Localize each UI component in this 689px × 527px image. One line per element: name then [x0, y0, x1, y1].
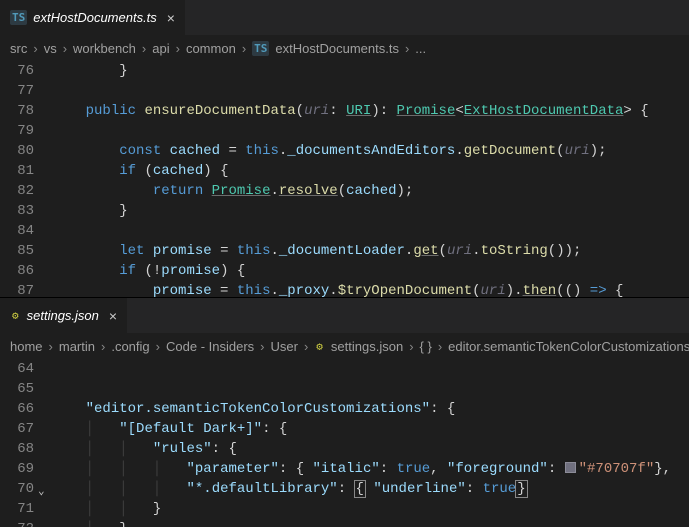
line-number: 68: [0, 439, 52, 459]
editor-pane-bottom: ⚙ settings.json × home › martin › .config ›…: [0, 298, 689, 527]
color-swatch-icon: [565, 462, 576, 473]
code-line[interactable]: }: [52, 201, 689, 221]
breadcrumb-item[interactable]: ⚙ settings.json: [314, 339, 403, 354]
code-line[interactable]: [52, 81, 689, 101]
breadcrumb-item[interactable]: .config: [111, 339, 149, 354]
chevron-right-icon: ›: [409, 339, 413, 354]
chevron-right-icon: ›: [405, 41, 409, 56]
breadcrumb-item[interactable]: { }: [420, 339, 432, 354]
close-icon[interactable]: ×: [167, 10, 175, 26]
chevron-right-icon: ›: [101, 339, 105, 354]
breadcrumb-item[interactable]: martin: [59, 339, 95, 354]
chevron-right-icon: ›: [33, 41, 37, 56]
breadcrumb-item[interactable]: common: [186, 41, 236, 56]
breadcrumb-item[interactable]: home: [10, 339, 43, 354]
line-number: 78: [0, 101, 52, 121]
line-number: 77: [0, 81, 52, 101]
code-line[interactable]: │ }: [52, 519, 689, 527]
line-number: 71: [0, 499, 52, 519]
tab-bar: TS extHostDocuments.ts ×: [0, 0, 689, 35]
line-number: 69: [0, 459, 52, 479]
code-line[interactable]: "editor.semanticTokenColorCustomizations…: [52, 399, 689, 419]
ts-file-icon: TS: [10, 10, 27, 25]
breadcrumb-item[interactable]: src: [10, 41, 27, 56]
line-number: 65: [0, 379, 52, 399]
tab-label: settings.json: [27, 308, 99, 323]
code-line[interactable]: │ │ │ "*.defaultLibrary": { "underline":…: [52, 479, 689, 499]
line-number: 72: [0, 519, 52, 527]
line-number: 82: [0, 181, 52, 201]
line-number: 86: [0, 261, 52, 281]
chevron-right-icon: ›: [242, 41, 246, 56]
code-line[interactable]: │ │ }: [52, 499, 689, 519]
code-line[interactable]: │ │ "rules": {: [52, 439, 689, 459]
line-number: 84: [0, 221, 52, 241]
breadcrumbs[interactable]: home› martin› .config› Code - Insiders› …: [0, 333, 689, 359]
breadcrumb-item[interactable]: editor.semanticTokenColorCustomizations: [448, 339, 689, 354]
breadcrumb-file-label: extHostDocuments.ts: [275, 41, 399, 56]
code-editor-bottom[interactable]: 64 65 66 "editor.semanticTokenColorCusto…: [0, 359, 689, 527]
code-line[interactable]: [52, 121, 689, 141]
breadcrumb-item[interactable]: Code - Insiders: [166, 339, 254, 354]
breadcrumbs[interactable]: src › vs › workbench › api › common › TS extH…: [0, 35, 689, 61]
editor-pane-top: TS extHostDocuments.ts × src › vs › workbe…: [0, 0, 689, 298]
breadcrumb-item[interactable]: api: [152, 41, 169, 56]
line-number: 79: [0, 121, 52, 141]
chevron-right-icon: ›: [63, 41, 67, 56]
tab-label: extHostDocuments.ts: [33, 10, 157, 25]
chevron-right-icon: ›: [49, 339, 53, 354]
code-line[interactable]: const cached = this._documentsAndEditors…: [52, 141, 689, 161]
chevron-right-icon: ›: [142, 41, 146, 56]
breadcrumb-item[interactable]: workbench: [73, 41, 136, 56]
line-number: 87: [0, 281, 52, 297]
line-number: 80: [0, 141, 52, 161]
tab-ext-host-documents[interactable]: TS extHostDocuments.ts ×: [0, 0, 185, 35]
json-file-icon: ⚙: [314, 339, 325, 354]
line-number: 76: [0, 61, 52, 81]
code-line[interactable]: if (cached) {: [52, 161, 689, 181]
breadcrumb-file-label: settings.json: [331, 339, 403, 354]
chevron-right-icon: ›: [304, 339, 308, 354]
chevron-right-icon: ›: [176, 41, 180, 56]
code-line[interactable]: [52, 221, 689, 241]
code-line[interactable]: }: [52, 61, 689, 81]
chevron-right-icon: ›: [156, 339, 160, 354]
breadcrumb-item[interactable]: vs: [44, 41, 57, 56]
tab-settings-json[interactable]: ⚙ settings.json ×: [0, 298, 127, 333]
code-line[interactable]: let promise = this._documentLoader.get(u…: [52, 241, 689, 261]
tab-bar: ⚙ settings.json ×: [0, 298, 689, 333]
code-line[interactable]: promise = this._proxy.$tryOpenDocument(u…: [52, 281, 689, 297]
ts-file-icon: TS: [252, 41, 269, 56]
line-number: 67: [0, 419, 52, 439]
breadcrumb-item[interactable]: User: [271, 339, 298, 354]
line-number: 66: [0, 399, 52, 419]
breadcrumb-item[interactable]: TS extHostDocuments.ts: [252, 41, 399, 56]
chevron-right-icon: ›: [260, 339, 264, 354]
json-file-icon: ⚙: [10, 308, 21, 323]
line-number: 83: [0, 201, 52, 221]
close-icon[interactable]: ×: [109, 308, 117, 324]
code-editor-top[interactable]: 76 } 77 78 public ensureDocumentData(uri…: [0, 61, 689, 297]
code-line[interactable]: │ │ │ "parameter": { "italic": true, "fo…: [52, 459, 689, 479]
code-line[interactable]: │ "[Default Dark+]": {: [52, 419, 689, 439]
chevron-down-icon[interactable]: ⌄: [38, 482, 45, 502]
code-line[interactable]: [52, 379, 689, 399]
code-line[interactable]: if (!promise) {: [52, 261, 689, 281]
code-line[interactable]: [52, 359, 689, 379]
line-number: 81: [0, 161, 52, 181]
breadcrumb-item[interactable]: ...: [415, 41, 426, 56]
code-line[interactable]: return Promise.resolve(cached);: [52, 181, 689, 201]
code-line[interactable]: public ensureDocumentData(uri: URI): Pro…: [52, 101, 689, 121]
line-number: 85: [0, 241, 52, 261]
chevron-right-icon: ›: [438, 339, 442, 354]
line-number: 64: [0, 359, 52, 379]
